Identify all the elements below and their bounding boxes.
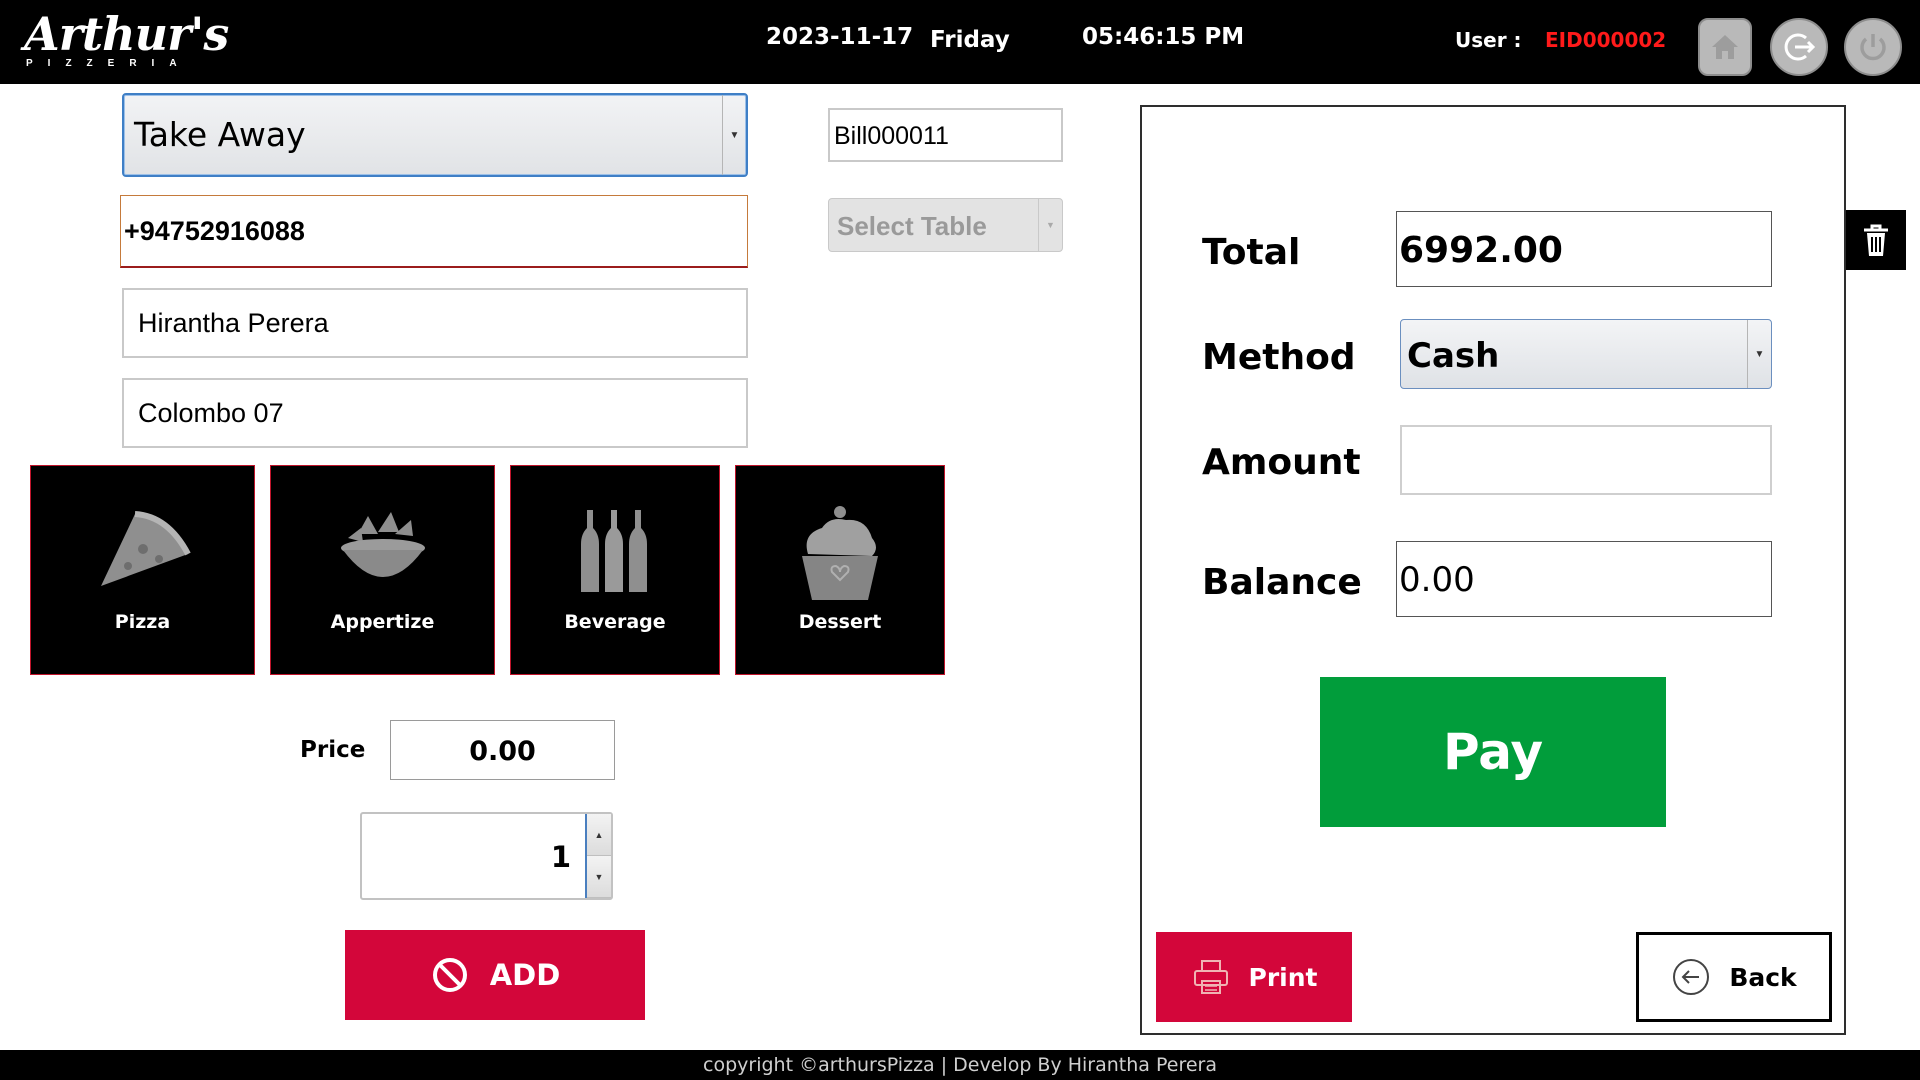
footer-text: copyright ©arthursPizza | Develop By Hir… — [703, 1054, 1217, 1076]
amount-field[interactable] — [1400, 425, 1772, 495]
bill-number-field[interactable]: Bill000011 — [828, 108, 1063, 162]
order-type-select[interactable]: Take Away ▼ — [122, 93, 748, 177]
category-label: Pizza — [114, 611, 171, 633]
logo-main-text: Arthur's — [24, 7, 229, 61]
top-bar: Arthur's PIZZERIA 2023-11-17 Friday 05:4… — [0, 0, 1920, 84]
method-label: Method — [1202, 337, 1356, 378]
phone-value: +94752916088 — [124, 216, 305, 246]
amount-label: Amount — [1202, 442, 1361, 483]
appetizer-bowl-icon — [340, 512, 425, 577]
time-display: 05:46:15 PM — [1082, 24, 1245, 50]
chevron-down-icon[interactable]: ▼ — [722, 95, 746, 175]
balance-value: 0.00 — [1399, 560, 1475, 600]
day-display: Friday — [930, 27, 1010, 53]
pay-button[interactable]: Pay — [1320, 677, 1666, 827]
home-button[interactable] — [1698, 18, 1752, 76]
quantity-stepper[interactable]: 1 ▲ ▼ — [360, 812, 613, 900]
table-select-placeholder: Select Table — [837, 211, 987, 241]
bottles-icon — [581, 510, 647, 592]
home-icon — [1712, 35, 1738, 59]
chevron-down-icon[interactable]: ▼ — [1038, 199, 1062, 251]
balance-label: Balance — [1202, 562, 1362, 603]
price-field[interactable]: 0.00 — [390, 720, 615, 780]
logo-sub-text: PIZZERIA — [26, 58, 192, 69]
power-button[interactable] — [1844, 18, 1902, 76]
customer-name-field[interactable]: Hirantha Perera — [122, 288, 748, 358]
logo: Arthur's PIZZERIA — [24, 7, 229, 76]
add-label: ADD — [489, 958, 561, 992]
printer-icon — [1193, 960, 1228, 994]
category-label: Appertize — [330, 611, 435, 633]
power-icon — [1860, 34, 1886, 61]
decrement-button[interactable]: ▼ — [587, 856, 611, 898]
user-id: EID000002 — [1545, 28, 1667, 52]
print-label: Print — [1248, 962, 1318, 992]
user-label: User : — [1455, 28, 1522, 52]
total-value: 6992.00 — [1399, 230, 1563, 271]
increment-button[interactable]: ▲ — [587, 814, 611, 856]
cupcake-icon — [802, 506, 878, 600]
logout-icon — [1784, 33, 1816, 61]
address-value: Colombo 07 — [138, 398, 284, 428]
delete-button[interactable] — [1846, 210, 1906, 270]
date-display: 2023-11-17 — [766, 24, 914, 50]
payment-method-select[interactable]: Cash ▼ — [1400, 319, 1772, 389]
stepper-buttons: ▲ ▼ — [585, 814, 611, 898]
block-icon — [432, 958, 467, 992]
price-label: Price — [300, 737, 366, 763]
category-label: Beverage — [564, 611, 666, 633]
total-field: 6992.00 — [1396, 211, 1772, 287]
category-pizza-button[interactable]: Pizza — [30, 465, 255, 675]
category-dessert-button[interactable]: Dessert — [735, 465, 945, 675]
back-button[interactable]: Back — [1636, 932, 1832, 1022]
order-type-value: Take Away — [134, 115, 306, 154]
logout-button[interactable] — [1770, 18, 1828, 76]
payment-method-value: Cash — [1407, 336, 1500, 376]
footer: copyright ©arthursPizza | Develop By Hir… — [0, 1050, 1920, 1080]
category-appetizer-button[interactable]: Appertize — [270, 465, 495, 675]
trash-icon — [1864, 224, 1888, 256]
customer-name-value: Hirantha Perera — [138, 308, 329, 338]
bill-number-value: Bill000011 — [834, 122, 949, 150]
add-button[interactable]: ADD — [345, 930, 645, 1020]
table-select[interactable]: Select Table ▼ — [828, 198, 1063, 252]
address-field[interactable]: Colombo 07 — [122, 378, 748, 448]
category-label: Dessert — [798, 611, 882, 633]
chevron-down-icon[interactable]: ▼ — [1747, 320, 1771, 388]
back-arrow-icon — [1673, 959, 1710, 995]
price-value: 0.00 — [469, 736, 536, 767]
balance-field: 0.00 — [1396, 541, 1772, 617]
print-button[interactable]: Print — [1156, 932, 1352, 1022]
quantity-value: 1 — [550, 840, 571, 874]
payment-panel: Total 6992.00 Method Cash ▼ Amount Balan… — [1140, 105, 1846, 1035]
pizza-icon — [100, 511, 191, 586]
total-label: Total — [1202, 232, 1301, 273]
category-beverage-button[interactable]: Beverage — [510, 465, 720, 675]
back-label: Back — [1729, 962, 1797, 992]
phone-field[interactable]: +94752916088 — [120, 195, 748, 268]
